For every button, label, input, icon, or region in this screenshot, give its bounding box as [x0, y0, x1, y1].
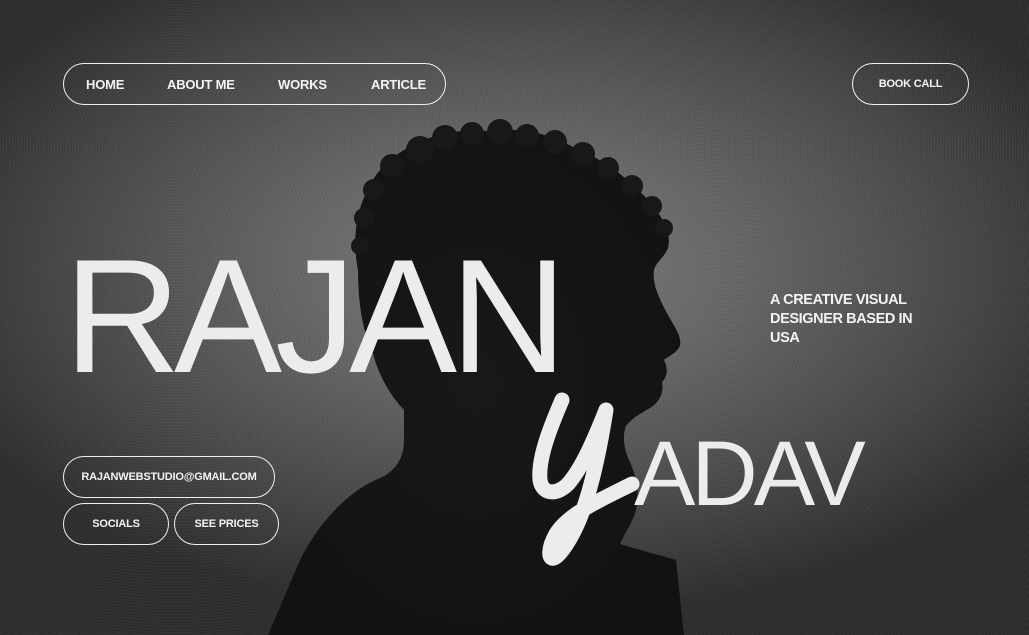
book-call-button[interactable]: BOOK CALL — [852, 63, 969, 105]
nav-about-me[interactable]: ABOUT ME — [167, 64, 235, 104]
socials-button[interactable]: SOCIALS — [63, 503, 169, 545]
svg-text:Y: Y — [520, 388, 521, 389]
script-y-letter: Y — [520, 388, 640, 566]
nav-article[interactable]: ARTICLE — [371, 64, 426, 104]
email-button[interactable]: RAJANWEBSTUDIO@GMAIL.COM — [63, 456, 275, 498]
see-prices-button[interactable]: SEE PRICES — [174, 503, 279, 545]
hero-last-name: ADAV — [634, 423, 866, 525]
main-nav: HOME ABOUT ME WORKS ARTICLE — [63, 63, 446, 105]
nav-home[interactable]: HOME — [86, 64, 124, 104]
hero-tagline: A CREATIVE VISUAL DESIGNER BASED IN USA — [770, 292, 913, 346]
hero-section: HOME ABOUT ME WORKS ARTICLE BOOK CALL RA… — [0, 0, 1029, 635]
hero-first-name: RAJAN — [64, 226, 567, 407]
nav-works[interactable]: WORKS — [278, 64, 327, 104]
